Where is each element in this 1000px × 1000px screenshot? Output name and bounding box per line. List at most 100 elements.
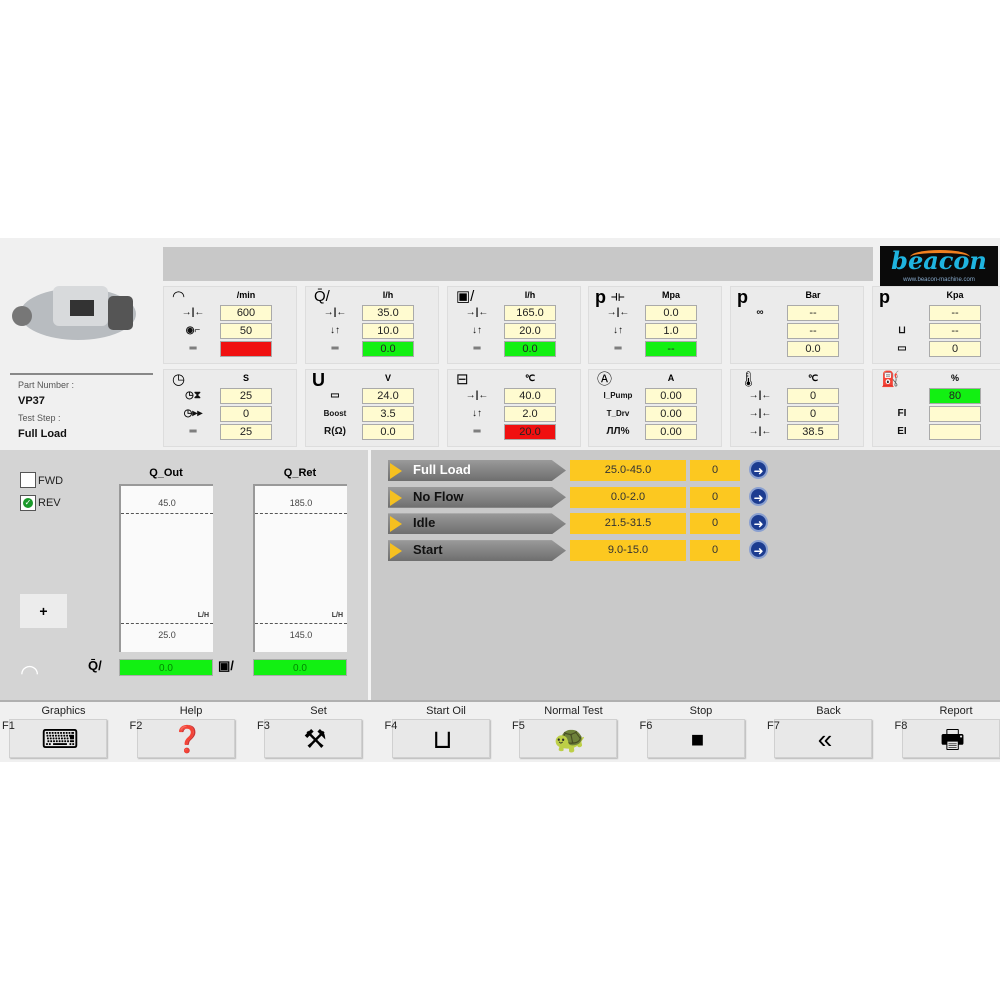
parameter-panel: ◠ /min →|← 600 ◉⌐ 50 ═ [163,286,297,364]
q-out-min: 25.0 [158,630,176,640]
fkey-name: Help [179,705,203,717]
tolerance-icon: ↓↑ [330,325,340,336]
value-field: 0 [787,388,839,404]
ammeter-icon: Ⓐ [597,371,613,388]
value-field: 35.0 [362,305,414,321]
rev-label: REV [38,497,61,509]
fkey-f7[interactable]: Back « F7 [765,702,892,762]
arrow-right-icon[interactable]: ➜ [749,460,768,479]
timer-icon: ◷⧗ [185,390,201,401]
step-name: Start [413,542,443,558]
divider [10,373,153,375]
value-field [929,424,981,440]
fkey-button[interactable]: ❓ [136,719,235,758]
value-field: -- [787,323,839,339]
row-label: EI [897,426,907,437]
panel-unit: A [667,373,675,383]
value-field: 80 [929,388,981,404]
panel-unit: S [242,373,249,383]
panel-symbol: p [737,287,748,307]
fkey-f1[interactable]: Graphics ⌨ F1 [0,702,127,762]
test-step-0[interactable]: Full Load [388,460,583,481]
equals-icon: ═ [473,343,481,354]
value-field: 25 [220,424,272,440]
tolerance-icon: ↓↑ [472,408,482,419]
test-step-1[interactable]: No Flow [388,486,583,508]
fkey-button[interactable]: ⌨ [9,719,107,758]
value-field: 2.0 [504,406,556,422]
arrow-right-icon[interactable]: ➜ [749,486,768,506]
step-range: 9.0-15.0 [570,540,686,562]
fkey-label: F3 [257,720,270,732]
parameter-panel: p Kpa -- ⊔ -- ▭ 0 [872,286,1000,364]
part-number-label: Part Number : [18,380,75,390]
fkey-name: Stop [689,705,713,717]
row-label: ЛЛ% [606,426,630,437]
fkey-label: F8 [894,720,908,732]
value-field: -- [787,305,839,321]
fkey-label: F1 [2,720,15,732]
test-step-3[interactable]: Start [388,540,583,562]
arrow-right-icon[interactable]: ➜ [749,540,768,560]
q-ret-unit: L/H [331,612,343,619]
fkey-name: Start Oil [426,705,466,717]
fkey-button[interactable]: « [774,719,872,758]
value-field [929,406,981,422]
parameter-panel: ⊟ ℃ →|← 40.0 ↓↑ 2.0 ═ 20.0 [447,369,581,447]
fkey-button[interactable]: 🖶 [901,719,1000,758]
beacon-logo: beacon www.beacon-machine.com [880,246,998,286]
cam-icon: ◉⌐ [185,325,201,336]
value-field: -- [929,305,981,321]
fkey-button[interactable]: 🐢 [519,719,617,758]
step-range: 0.0-2.0 [570,486,686,508]
fkey-f2[interactable]: Help ❓ F2 [128,702,255,762]
stop-icon: ⏹ [690,724,704,754]
clock-icon: ◷ [172,371,186,388]
wifi-icon: ◠ [20,660,40,685]
fkey-f4[interactable]: Start Oil ⊔ F4 [383,702,510,762]
test-bench-app: Part Number : VP37 Test Step : Full Load… [0,238,1000,762]
value-field: 165.0 [504,305,556,321]
sensor-icon: →|← [748,408,772,419]
return-flow-icon: ▣/ [218,658,234,673]
test-step-label: Test Step : [18,413,61,423]
row-label: T_Drv [606,409,630,418]
fwd-label: FWD [38,475,64,487]
fkey-button[interactable]: ⚒ [264,719,362,758]
setpoint-icon: →|← [465,390,489,401]
test-step-2[interactable]: Idle [388,513,583,535]
fkey-f3[interactable]: Set ⚒ F3 [255,702,382,762]
value-field: -- [645,341,697,357]
parameter-panel: p Bar ∞ -- -- 0.0 [730,286,864,364]
panel-unit: % [950,373,959,383]
back-icon: « [817,724,833,754]
q-out-unit: L/H [197,612,209,619]
fkey-button[interactable]: ⏹ [646,719,745,758]
value-field: 0.00 [645,406,697,422]
equals-icon: ═ [189,343,197,354]
test-step: Full Load [18,428,67,440]
parameter-panel: p ⟛ Mpa →|← 0.0 ↓↑ 1.0 ═ -- [588,286,722,364]
equals-icon: ═ [331,343,339,354]
measuring-cup-icon: ⊔ [432,724,453,754]
value-field: 50 [220,323,272,339]
fkey-label: F6 [639,720,653,732]
arrow-right-icon[interactable]: ➜ [749,513,768,533]
pressure-pipe-icon: ⟛ [611,288,625,305]
fkey-f6[interactable]: Stop ⏹ F6 [638,702,765,762]
value-field: 0 [220,406,272,422]
battery-icon: ▭ [330,390,340,401]
keyboard-icon: ⌨ [41,724,79,754]
fwd-checkbox[interactable] [20,472,36,488]
value-field: 40.0 [504,388,556,404]
fkey-f5[interactable]: Normal Test 🐢 F5 [510,702,637,762]
fkey-f8[interactable]: Report 🖶 F8 [893,702,1000,762]
add-button[interactable]: + [20,594,67,628]
value-field: 3.5 [362,406,414,422]
fkey-label: F5 [512,720,525,732]
test-steps-area: Full Load 25.0-45.0 0 ➜ No Flow 0.0-2.0 0 ➜ Idle… [371,450,1000,700]
rev-checkbox[interactable]: ✓ [20,495,36,511]
fuel-pump-icon: ⛽ [881,371,900,388]
value-field: 24.0 [362,388,414,404]
fkey-button[interactable]: ⊔ [391,719,490,758]
